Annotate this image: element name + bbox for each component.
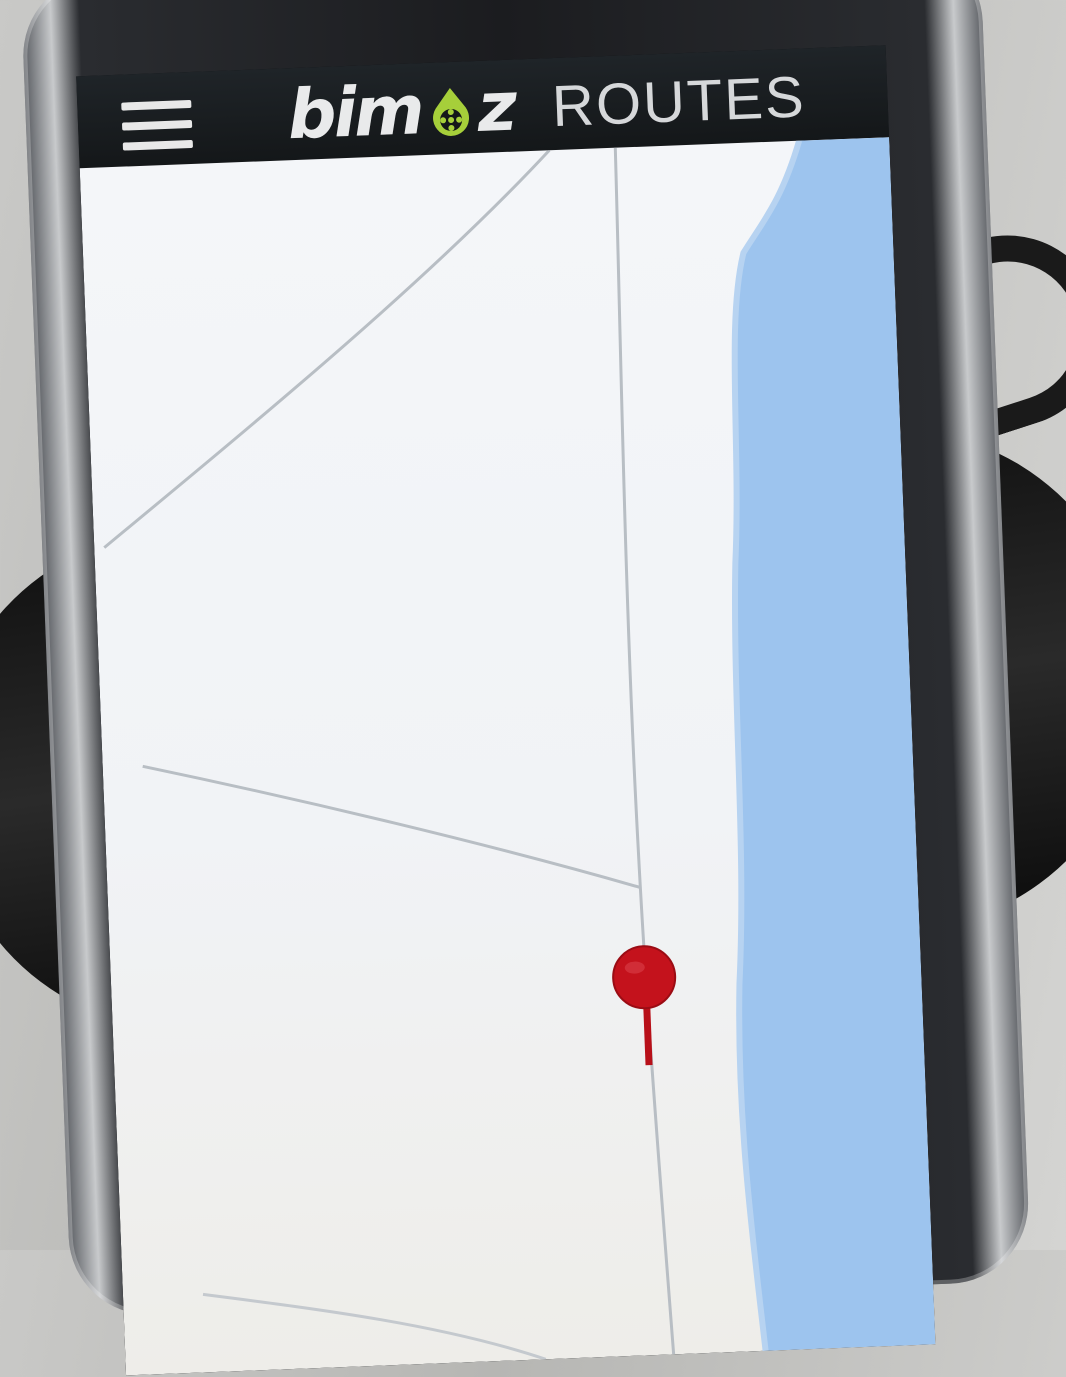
map-pin-icon bbox=[612, 945, 677, 1066]
road-diagonal-top bbox=[103, 149, 551, 549]
road-main bbox=[613, 147, 676, 1355]
road-diagonal-middle bbox=[142, 764, 641, 889]
hamburger-menu-icon[interactable] bbox=[121, 99, 193, 151]
map-view[interactable] bbox=[79, 137, 936, 1376]
road-diagonal-bottom bbox=[202, 1292, 547, 1361]
section-title: ROUTES bbox=[550, 63, 807, 139]
bike-wheel-logo-icon bbox=[425, 85, 477, 143]
phone-frame: bimoz bim z bbox=[20, 0, 1032, 1376]
phone-screen: bimoz bim z bbox=[76, 45, 936, 1376]
brand-logo: bimoz bim z bbox=[286, 67, 516, 156]
brand: bimoz bim z bbox=[286, 56, 807, 156]
